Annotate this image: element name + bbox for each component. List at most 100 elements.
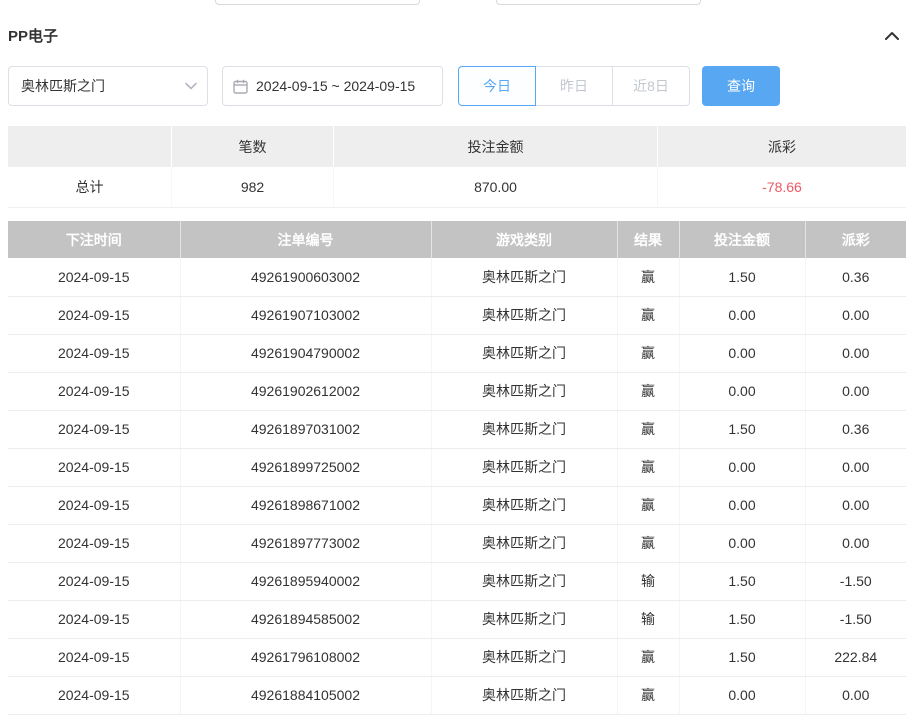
cell-bet-time: 2024-09-15: [8, 524, 181, 563]
cell-game-type: 奥林匹斯之门: [431, 258, 618, 297]
cell-bet-time: 2024-09-15: [8, 600, 181, 639]
cell-bet-id: 49261902612002: [180, 372, 432, 411]
cutoff-input-left: [215, 0, 420, 5]
query-button[interactable]: 查询: [702, 66, 780, 106]
cell-result: 赢: [617, 372, 680, 411]
bets-table: 下注时间 注单编号 游戏类别 结果 投注金额 派彩 2024-09-15 492…: [8, 221, 906, 715]
cell-bet-id: 49261904790002: [180, 334, 432, 373]
table-row: 2024-09-15 49261894585002 奥林匹斯之门 输 1.50 …: [8, 600, 906, 639]
cell-payout: 0.00: [805, 334, 906, 373]
cell-game-type: 奥林匹斯之门: [431, 372, 618, 411]
cell-bet-amount: 1.50: [679, 410, 806, 449]
cell-payout: 0.00: [805, 448, 906, 487]
cell-result: 输: [617, 562, 680, 601]
cell-bet-amount: 1.50: [679, 600, 806, 639]
cell-payout: 0.36: [805, 258, 906, 297]
cell-bet-time: 2024-09-15: [8, 410, 181, 449]
summary-total-label: 总计: [8, 167, 172, 208]
table-row: 2024-09-15 49261895940002 奥林匹斯之门 输 1.50 …: [8, 562, 906, 601]
cell-result: 赢: [617, 410, 680, 449]
game-select[interactable]: 奥林匹斯之门: [8, 66, 208, 106]
cell-bet-amount: 0.00: [679, 334, 806, 373]
table-body: 2024-09-15 49261900603002 奥林匹斯之门 赢 1.50 …: [8, 258, 906, 715]
cell-bet-id: 49261898671002: [180, 486, 432, 525]
table-row: 2024-09-15 49261897031002 奥林匹斯之门 赢 1.50 …: [8, 410, 906, 449]
table-row: 2024-09-15 49261900603002 奥林匹斯之门 赢 1.50 …: [8, 258, 906, 297]
cell-result: 赢: [617, 638, 680, 677]
filter-row: 奥林匹斯之门 2024-09-15 ~ 2024-09-15 今日 昨日 近8日…: [8, 66, 906, 106]
header-game-type: 游戏类别: [431, 221, 618, 258]
cell-bet-amount: 0.00: [679, 372, 806, 411]
cell-bet-time: 2024-09-15: [8, 562, 181, 601]
header-result: 结果: [617, 221, 680, 258]
cell-bet-time: 2024-09-15: [8, 676, 181, 715]
cell-bet-id: 49261900603002: [180, 258, 432, 297]
table-row: 2024-09-15 49261897773002 奥林匹斯之门 赢 0.00 …: [8, 524, 906, 563]
summary-amount-value: 870.00: [334, 167, 658, 208]
date-range-picker[interactable]: 2024-09-15 ~ 2024-09-15: [222, 66, 443, 106]
table-row: 2024-09-15 49261902612002 奥林匹斯之门 赢 0.00 …: [8, 372, 906, 411]
cell-bet-time: 2024-09-15: [8, 448, 181, 487]
cell-result: 赢: [617, 334, 680, 373]
header-bet-id: 注单编号: [180, 221, 432, 258]
summary-payout-value: -78.66: [658, 167, 906, 208]
cell-game-type: 奥林匹斯之门: [431, 676, 618, 715]
cell-bet-id: 49261907103002: [180, 296, 432, 335]
summary-table: 笔数 投注金额 派彩 总计 982 870.00 -78.66: [8, 126, 906, 208]
cell-bet-time: 2024-09-15: [8, 334, 181, 373]
table-row: 2024-09-15 49261907103002 奥林匹斯之门 赢 0.00 …: [8, 296, 906, 335]
cell-game-type: 奥林匹斯之门: [431, 524, 618, 563]
cell-bet-amount: 1.50: [679, 258, 806, 297]
cell-result: 赢: [617, 524, 680, 563]
cell-bet-id: 49261894585002: [180, 600, 432, 639]
table-row: 2024-09-15 49261898671002 奥林匹斯之门 赢 0.00 …: [8, 486, 906, 525]
cell-bet-time: 2024-09-15: [8, 486, 181, 525]
cell-game-type: 奥林匹斯之门: [431, 448, 618, 487]
section-header: PP电子: [0, 0, 914, 46]
cutoff-input-right: [496, 0, 701, 5]
collapse-button[interactable]: [884, 31, 900, 41]
summary-header-amount: 投注金额: [334, 126, 658, 167]
cell-bet-time: 2024-09-15: [8, 296, 181, 335]
quick-date-button[interactable]: 昨日: [535, 66, 613, 106]
cell-result: 赢: [617, 448, 680, 487]
summary-count-value: 982: [172, 167, 334, 208]
cell-result: 赢: [617, 486, 680, 525]
cell-bet-time: 2024-09-15: [8, 258, 181, 297]
cell-bet-id: 49261884105002: [180, 676, 432, 715]
header-payout: 派彩: [805, 221, 906, 258]
chevron-down-icon: [185, 82, 197, 90]
cell-payout: -1.50: [805, 562, 906, 601]
table-header-row: 下注时间 注单编号 游戏类别 结果 投注金额 派彩: [8, 221, 906, 258]
cell-result: 赢: [617, 676, 680, 715]
cell-payout: 222.84: [805, 638, 906, 677]
cell-game-type: 奥林匹斯之门: [431, 562, 618, 601]
table-row: 2024-09-15 49261904790002 奥林匹斯之门 赢 0.00 …: [8, 334, 906, 373]
cell-result: 赢: [617, 258, 680, 297]
game-select-value: 奥林匹斯之门: [21, 78, 105, 94]
date-range-value: 2024-09-15 ~ 2024-09-15: [256, 78, 416, 94]
cell-game-type: 奥林匹斯之门: [431, 410, 618, 449]
cell-bet-amount: 1.50: [679, 562, 806, 601]
quick-date-button[interactable]: 今日: [458, 66, 536, 106]
cell-result: 赢: [617, 296, 680, 335]
chevron-up-icon: [885, 31, 899, 40]
summary-header-empty: [8, 126, 172, 167]
cell-game-type: 奥林匹斯之门: [431, 486, 618, 525]
quick-date-buttons: 今日 昨日 近8日: [458, 66, 690, 106]
table-row: 2024-09-15 49261796108002 奥林匹斯之门 赢 1.50 …: [8, 638, 906, 677]
header-bet-time: 下注时间: [8, 221, 181, 258]
cell-payout: 0.00: [805, 524, 906, 563]
cell-payout: 0.00: [805, 372, 906, 411]
summary-header-payout: 派彩: [658, 126, 906, 167]
cell-bet-id: 49261897773002: [180, 524, 432, 563]
calendar-icon: [233, 79, 248, 94]
cell-bet-id: 49261897031002: [180, 410, 432, 449]
header-bet-amount: 投注金额: [679, 221, 806, 258]
cell-payout: 0.00: [805, 296, 906, 335]
cell-game-type: 奥林匹斯之门: [431, 296, 618, 335]
cell-bet-amount: 1.50: [679, 638, 806, 677]
quick-date-button[interactable]: 近8日: [612, 66, 690, 106]
cell-bet-amount: 0.00: [679, 524, 806, 563]
cell-bet-time: 2024-09-15: [8, 638, 181, 677]
